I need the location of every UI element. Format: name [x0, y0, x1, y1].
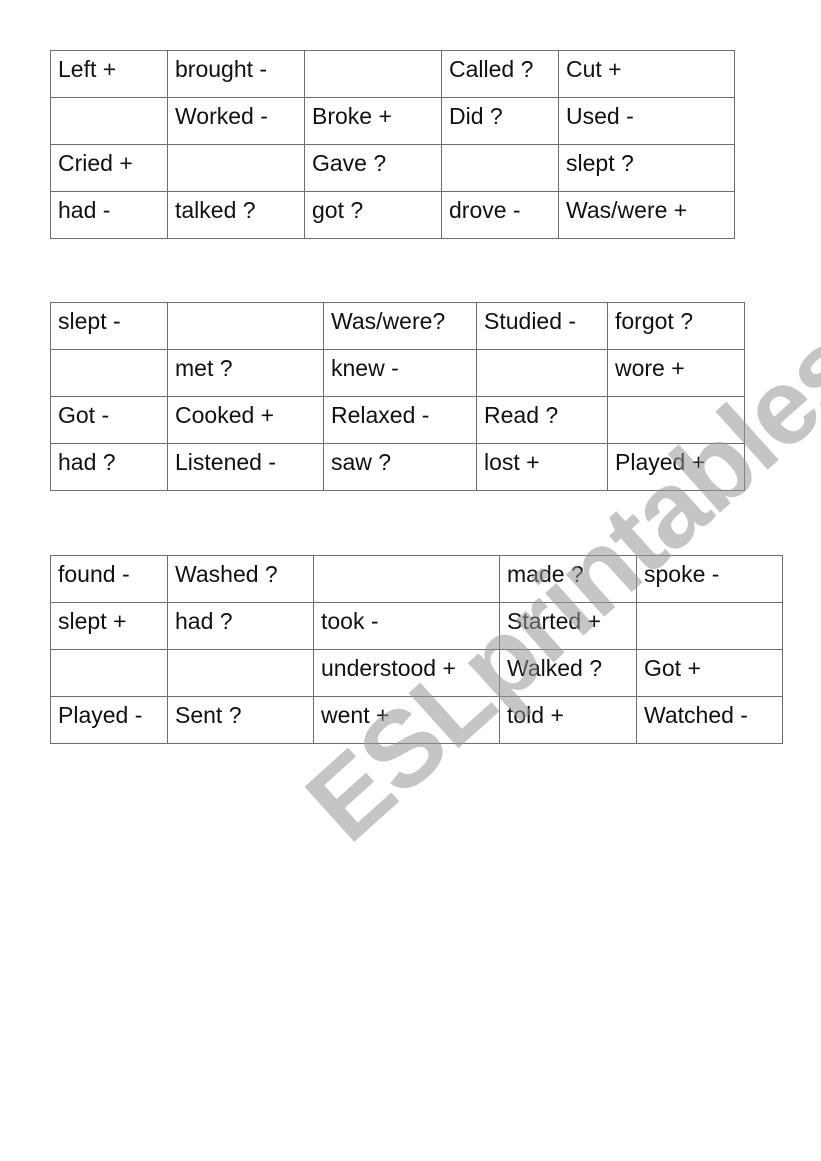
table-cell: slept - [50, 302, 168, 350]
table-cell [50, 97, 168, 145]
table-cell: made ? [499, 555, 637, 603]
table-row: met ? knew - wore + [50, 349, 745, 397]
table-cell: spoke - [636, 555, 783, 603]
table-cell [167, 649, 314, 697]
table-cell: went + [313, 696, 500, 744]
table-cell [304, 50, 442, 98]
table-cell: had ? [50, 443, 168, 491]
table-cell: Washed ? [167, 555, 314, 603]
table-cell: found - [50, 555, 168, 603]
table-cell: had ? [167, 602, 314, 650]
table-cell: knew - [323, 349, 477, 397]
worksheet-page: Left + brought - Called ? Cut + Worked -… [0, 0, 821, 1161]
watermark-text: ESLprintables.com [283, 142, 821, 864]
table-cell [607, 396, 745, 444]
table-cell: Did ? [441, 97, 559, 145]
table-cell: lost + [476, 443, 608, 491]
table-cell: Cooked + [167, 396, 324, 444]
table-cell: told + [499, 696, 637, 744]
table-cell: wore + [607, 349, 745, 397]
table-cell: Got - [50, 396, 168, 444]
table-cell: Played + [607, 443, 745, 491]
table-cell: Walked ? [499, 649, 637, 697]
table-cell: understood + [313, 649, 500, 697]
table-cell: Played - [50, 696, 168, 744]
table-cell: saw ? [323, 443, 477, 491]
table-cell: Cut + [558, 50, 735, 98]
table-cell: Watched - [636, 696, 783, 744]
table-cell: Listened - [167, 443, 324, 491]
table-cell: Left + [50, 50, 168, 98]
table-cell: Relaxed - [323, 396, 477, 444]
table-row: slept - Was/were? Studied - forgot ? [50, 302, 745, 350]
table-cell: talked ? [167, 191, 305, 239]
table-cell: took - [313, 602, 500, 650]
table-cell: Called ? [441, 50, 559, 98]
table-row: Worked - Broke + Did ? Used - [50, 97, 735, 145]
table-cell: Used - [558, 97, 735, 145]
table-cell: had - [50, 191, 168, 239]
table-cell: Broke + [304, 97, 442, 145]
table-cell: slept + [50, 602, 168, 650]
table-cell [476, 349, 608, 397]
table-cell [50, 649, 168, 697]
table-cell: Sent ? [167, 696, 314, 744]
table-row: had ? Listened - saw ? lost + Played + [50, 443, 745, 491]
table-cell: got ? [304, 191, 442, 239]
table-cell: brought - [167, 50, 305, 98]
table-row: Got - Cooked + Relaxed - Read ? [50, 396, 745, 444]
table-row: Cried + Gave ? slept ? [50, 144, 735, 192]
table-cell: Started + [499, 602, 637, 650]
table-cell: Studied - [476, 302, 608, 350]
table-cell [167, 302, 324, 350]
verb-table-2: slept - Was/were? Studied - forgot ? met… [50, 302, 745, 491]
verb-table-3: found - Washed ? made ? spoke - slept + … [50, 555, 783, 744]
table-cell: slept ? [558, 144, 735, 192]
table-row: understood + Walked ? Got + [50, 649, 783, 697]
table-cell [441, 144, 559, 192]
table-cell: Got + [636, 649, 783, 697]
table-cell: drove - [441, 191, 559, 239]
table-row: had - talked ? got ? drove - Was/were + [50, 191, 735, 239]
table-row: found - Washed ? made ? spoke - [50, 555, 783, 603]
table-row: Left + brought - Called ? Cut + [50, 50, 735, 98]
table-cell [167, 144, 305, 192]
table-cell: Was/were? [323, 302, 477, 350]
table-cell [50, 349, 168, 397]
verb-table-1: Left + brought - Called ? Cut + Worked -… [50, 50, 735, 239]
table-row: Played - Sent ? went + told + Watched - [50, 696, 783, 744]
table-cell: met ? [167, 349, 324, 397]
table-cell: Was/were + [558, 191, 735, 239]
table-cell: forgot ? [607, 302, 745, 350]
table-cell: Gave ? [304, 144, 442, 192]
table-cell: Cried + [50, 144, 168, 192]
table-cell: Read ? [476, 396, 608, 444]
table-cell: Worked - [167, 97, 305, 145]
table-cell [313, 555, 500, 603]
table-row: slept + had ? took - Started + [50, 602, 783, 650]
table-cell [636, 602, 783, 650]
